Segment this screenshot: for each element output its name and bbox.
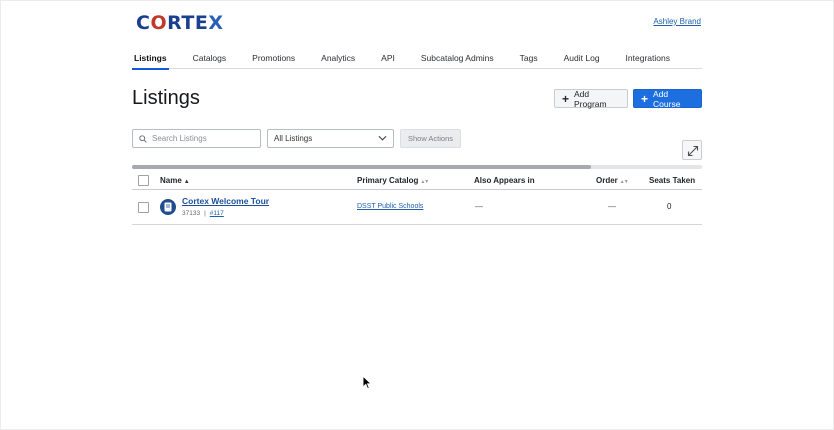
listing-id: 37133 (182, 210, 201, 217)
listing-filter-select[interactable]: All Listings (267, 129, 394, 148)
search-box (132, 129, 261, 148)
select-all-checkbox[interactable] (138, 175, 149, 186)
tab-listings[interactable]: Listings (132, 52, 169, 70)
row-checkbox[interactable] (138, 202, 149, 213)
tab-catalogs[interactable]: Catalogs (191, 52, 229, 69)
listing-filter-value: All Listings (274, 134, 313, 143)
listing-number-link[interactable]: #117 (210, 210, 224, 217)
meta-separator: | (204, 210, 206, 217)
column-order-header[interactable]: Order ▲▼ (596, 176, 629, 185)
search-icon (139, 135, 147, 143)
also-appears-value: — (475, 202, 483, 211)
logo-x: X (208, 12, 224, 34)
tab-analytics[interactable]: Analytics (319, 52, 357, 69)
search-input[interactable] (152, 132, 258, 145)
table-scrollbar[interactable] (132, 165, 702, 169)
sort-icon: ▲▼ (420, 179, 429, 185)
course-book-icon (160, 199, 176, 215)
user-menu-link[interactable]: Ashley Brand (653, 17, 701, 26)
listings-table: Name ▲ Primary Catalog ▲▼ Also Appears in … (132, 171, 702, 225)
table-row[interactable]: Cortex Welcome Tour 37133 | #117 DSST Publ… (132, 190, 702, 225)
logo-letters: RTE (167, 12, 209, 34)
tab-tags[interactable]: Tags (518, 52, 540, 69)
expand-icon (687, 145, 699, 157)
cortex-logo[interactable]: CORTEX (136, 13, 223, 33)
listing-meta: 37133 | #117 (182, 210, 224, 217)
column-primary-catalog-header[interactable]: Primary Catalog ▲▼ (357, 176, 429, 185)
add-course-label: Add Course (653, 88, 681, 109)
seats-taken-value: 0 (667, 202, 672, 211)
plus-icon: + (641, 91, 649, 106)
listing-name-link[interactable]: Cortex Welcome Tour (182, 196, 269, 206)
tab-subcatalog-admins[interactable]: Subcatalog Admins (419, 52, 496, 69)
column-order-label: Order (596, 176, 618, 185)
nav-tabs: Listings Catalogs Promotions Analytics A… (132, 52, 702, 70)
scrollbar-thumb[interactable] (132, 165, 591, 169)
tab-audit-log[interactable]: Audit Log (562, 52, 602, 69)
add-course-button[interactable]: + Add Course (633, 88, 702, 109)
add-program-label: Add Program (574, 88, 607, 109)
column-name-label: Name (160, 176, 182, 185)
sort-ascending-icon: ▲ (183, 179, 190, 185)
table-header: Name ▲ Primary Catalog ▲▼ Also Appears in … (132, 171, 702, 190)
primary-catalog-link[interactable]: DSST Public Schools (357, 203, 423, 210)
chevron-down-icon (378, 135, 387, 141)
column-primary-catalog-label: Primary Catalog (357, 176, 419, 185)
sort-icon: ▲▼ (619, 179, 629, 185)
logo-letter: C (136, 12, 151, 34)
plus-icon: + (562, 91, 570, 106)
add-program-button[interactable]: + Add Program (554, 88, 628, 109)
column-also-appears-header: Also Appears in (474, 176, 535, 185)
mouse-cursor-icon (362, 375, 372, 390)
tab-promotions[interactable]: Promotions (250, 52, 297, 69)
column-name-header[interactable]: Name ▲ (160, 176, 190, 185)
show-actions-button[interactable]: Show Actions (400, 129, 461, 148)
page-title: Listings (132, 87, 200, 109)
brain-icon: O (150, 12, 168, 34)
tab-api[interactable]: API (379, 52, 397, 69)
column-seats-taken-header: Seats Taken (649, 176, 696, 185)
expand-table-button[interactable] (682, 140, 702, 160)
tab-integrations[interactable]: Integrations (624, 52, 672, 69)
order-value: — (608, 202, 616, 211)
